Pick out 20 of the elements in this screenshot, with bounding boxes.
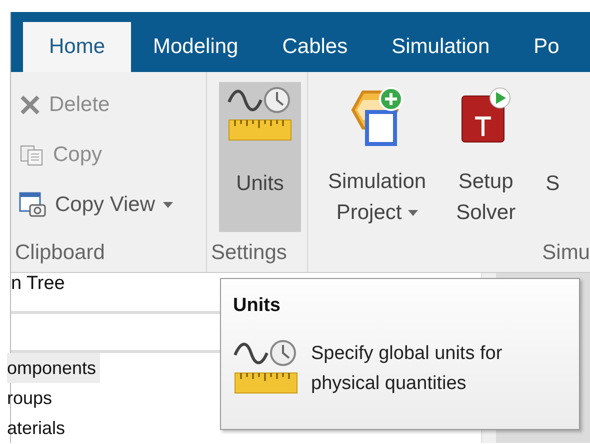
- ribbon-button[interactable]: Setup Solver: [450, 82, 522, 232]
- delete-icon: [19, 94, 41, 116]
- group-label: Settings: [210, 240, 288, 266]
- tree-item[interactable]: aterials: [7, 413, 70, 443]
- tooltip-text: Specify global units for physical quantities: [311, 342, 504, 396]
- ribbon-tab[interactable]: Po: [512, 22, 582, 72]
- ribbon-tab[interactable]: Home: [23, 22, 131, 72]
- camera-window-icon: [19, 192, 47, 218]
- group-label: Clipboard: [14, 240, 106, 266]
- ribbon-button[interactable]: S: [540, 82, 566, 232]
- ribbon-button[interactable]: Simulation Project: [322, 82, 432, 232]
- group-label: Simu: [541, 240, 590, 266]
- tree-item[interactable]: roups: [7, 383, 56, 413]
- ribbon-tab[interactable]: Simulation: [370, 22, 512, 72]
- ribbon-tab[interactable]: Modeling: [131, 22, 260, 72]
- tree-item[interactable]: omponents: [7, 353, 100, 383]
- copy-icon: [19, 144, 45, 166]
- ribbon-button[interactable]: Units: [219, 82, 301, 232]
- copy-view-button[interactable]: Copy View: [15, 182, 177, 228]
- ribbon-tab[interactable]: Cables: [260, 22, 370, 72]
